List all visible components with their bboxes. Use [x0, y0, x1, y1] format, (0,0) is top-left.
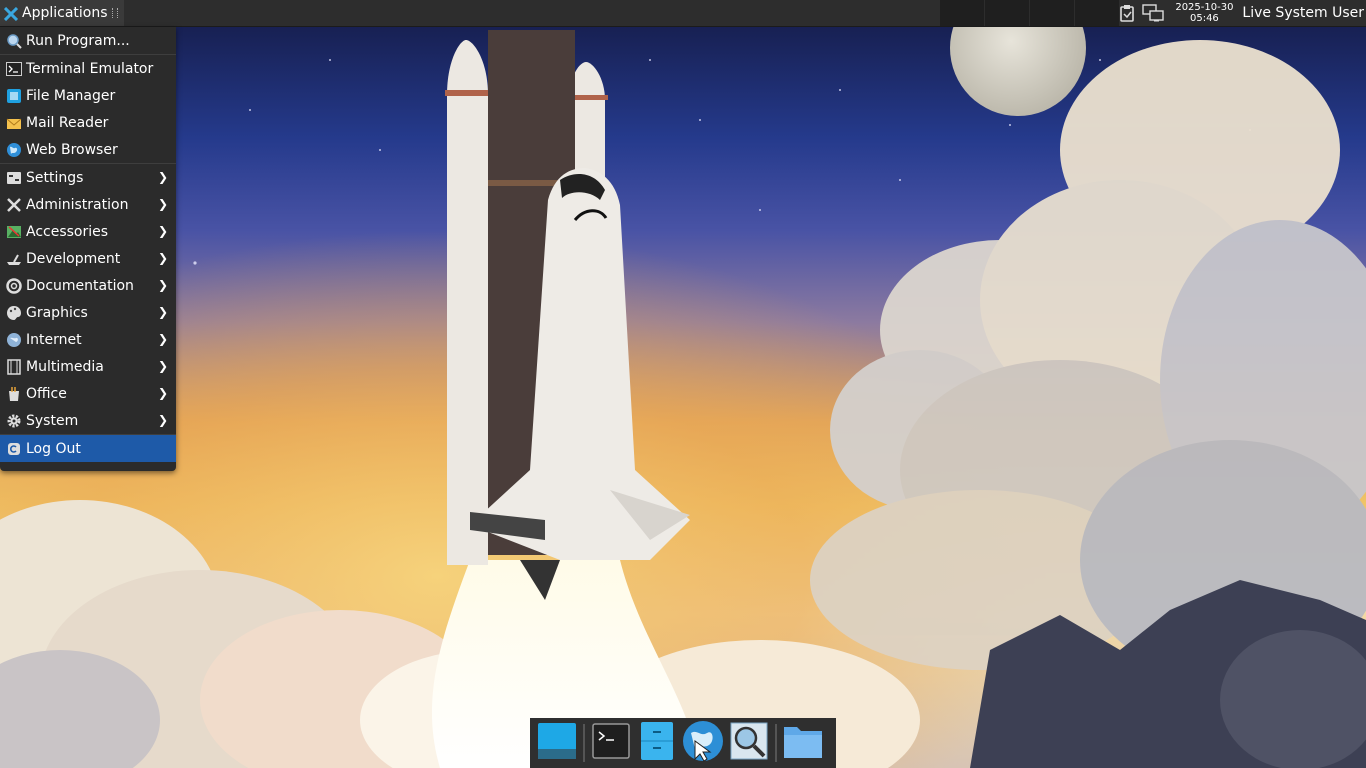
submenu-arrow-icon: ❯ [157, 386, 168, 400]
submenu-arrow-icon: ❯ [157, 413, 168, 427]
menu-item-label: File Manager [26, 87, 116, 104]
dock-file-manager[interactable] [634, 720, 680, 766]
desktop-wallpaper [0, 0, 1366, 768]
internet-icon [6, 332, 22, 348]
globe-icon [6, 142, 22, 158]
dock-show-desktop[interactable] [534, 720, 580, 766]
file-manager-icon [6, 88, 22, 104]
menu-item-office[interactable]: Office ❯ [0, 380, 176, 407]
workspace-switcher [940, 0, 1120, 26]
submenu-arrow-icon: ❯ [157, 359, 168, 373]
menu-item-administration[interactable]: Administration ❯ [0, 191, 176, 218]
workspace-1[interactable] [940, 0, 985, 26]
dock-separator [775, 724, 777, 762]
menu-item-label: Web Browser [26, 141, 118, 158]
menu-item-label: Development [26, 250, 121, 267]
submenu-arrow-icon: ❯ [157, 224, 168, 238]
menu-item-label: Graphics [26, 304, 88, 321]
web-browser-icon [681, 719, 725, 767]
menu-item-label: Run Program... [26, 32, 130, 49]
menu-item-label: Settings [26, 169, 84, 186]
submenu-arrow-icon: ❯ [157, 197, 168, 211]
file-manager-icon [640, 721, 674, 765]
menu-item-settings[interactable]: Settings ❯ [0, 164, 176, 191]
menu-item-label: Mail Reader [26, 114, 109, 131]
menu-item-label: Log Out [26, 440, 81, 457]
menu-item-label: System [26, 412, 79, 429]
logout-icon [6, 441, 22, 457]
menu-item-multimedia[interactable]: Multimedia ❯ [0, 353, 176, 380]
menu-item-label: Accessories [26, 223, 109, 240]
menu-item-label: Documentation [26, 277, 134, 294]
workspace-4[interactable] [1075, 0, 1120, 26]
applications-menu: Run Program... Terminal Emulator File Ma… [0, 27, 176, 471]
menu-item-label: Terminal Emulator [26, 60, 154, 77]
menu-item-accessories[interactable]: Accessories ❯ [0, 218, 176, 245]
office-icon [6, 386, 22, 402]
palette-icon [6, 305, 22, 321]
top-panel: Applications 2025-10-30 05:46 Live Syste… [0, 0, 1366, 27]
folder-icon [783, 723, 823, 763]
submenu-arrow-icon: ❯ [157, 251, 168, 265]
terminal-icon [6, 61, 22, 77]
clock[interactable]: 2025-10-30 05:46 [1172, 2, 1236, 24]
dock-separator [583, 724, 585, 762]
dock-app-finder[interactable] [726, 720, 772, 766]
menu-item-file-manager[interactable]: File Manager [0, 82, 176, 109]
menu-item-web-browser[interactable]: Web Browser [0, 136, 176, 163]
search-icon [6, 33, 22, 49]
menu-item-label: Office [26, 385, 67, 402]
show-desktop-icon [537, 721, 577, 765]
menu-item-internet[interactable]: Internet ❯ [0, 326, 176, 353]
app-finder-icon [729, 721, 769, 765]
applications-menu-button[interactable]: Applications [0, 0, 124, 26]
dock-web-browser[interactable] [680, 720, 726, 766]
clock-time: 05:46 [1189, 13, 1219, 24]
submenu-arrow-icon: ❯ [157, 332, 168, 346]
panel-drag-handle[interactable] [111, 8, 118, 18]
terminal-icon [592, 723, 630, 763]
submenu-arrow-icon: ❯ [157, 278, 168, 292]
menu-item-run-program[interactable]: Run Program... [0, 27, 176, 54]
workspace-2[interactable] [985, 0, 1030, 26]
network-icon[interactable] [1142, 3, 1165, 23]
development-icon [6, 251, 22, 267]
user-menu[interactable]: Live System User [1242, 5, 1366, 21]
workspace-3[interactable] [1030, 0, 1075, 26]
submenu-arrow-icon: ❯ [157, 305, 168, 319]
menu-item-mail-reader[interactable]: Mail Reader [0, 109, 176, 136]
clock-date: 2025-10-30 [1175, 2, 1234, 13]
menu-item-development[interactable]: Development ❯ [0, 245, 176, 272]
tools-icon [6, 197, 22, 213]
clipboard-icon[interactable] [1116, 3, 1138, 23]
accessories-icon [6, 224, 22, 240]
gear-icon [6, 413, 22, 429]
xfce-logo-icon [3, 6, 19, 22]
film-icon [6, 358, 22, 375]
applications-label: Applications [22, 5, 108, 21]
system-tray: 2025-10-30 05:46 Live System User [1116, 0, 1366, 26]
menu-item-label: Administration [26, 196, 129, 213]
menu-item-terminal-emulator[interactable]: Terminal Emulator [0, 55, 176, 82]
menu-item-system[interactable]: System ❯ [0, 407, 176, 434]
menu-item-label: Multimedia [26, 358, 104, 375]
menu-item-log-out[interactable]: Log Out [0, 435, 176, 462]
wallpaper-illustration [0, 0, 1366, 768]
mail-icon [6, 115, 22, 131]
submenu-arrow-icon: ❯ [157, 170, 168, 184]
menu-item-graphics[interactable]: Graphics ❯ [0, 299, 176, 326]
lifebuoy-icon [6, 277, 22, 294]
dock-terminal[interactable] [588, 720, 634, 766]
dock-folder[interactable] [780, 720, 826, 766]
menu-item-label: Internet [26, 331, 82, 348]
dock [530, 718, 836, 768]
menu-item-documentation[interactable]: Documentation ❯ [0, 272, 176, 299]
settings-icon [6, 170, 22, 186]
